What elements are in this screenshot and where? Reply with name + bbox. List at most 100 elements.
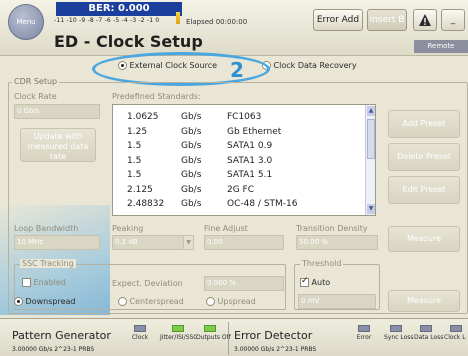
elapsed-time: Elapsed 00:00:00	[186, 18, 248, 26]
standards-cell-rate: 1.0625	[127, 112, 159, 122]
threshold-auto-checkbox[interactable]	[300, 276, 309, 287]
pg-jitter-led	[172, 325, 184, 332]
warning-triangle-icon	[419, 14, 431, 26]
warning-button[interactable]	[413, 9, 437, 31]
standards-cell-name: 2G FC	[227, 184, 255, 195]
clock-rate-label: Clock Rate	[14, 92, 57, 101]
peaking-label: Peaking	[112, 224, 144, 233]
update-measured-rate-button[interactable]: Update with measured data rate	[20, 128, 96, 162]
standards-scrollbar[interactable]: ▲ ▼	[365, 105, 375, 215]
add-preset-button[interactable]: Add Preset	[388, 110, 460, 138]
centerspread-option[interactable]: Centerspread	[118, 297, 184, 306]
status-divider	[228, 322, 229, 355]
scroll-thumb[interactable]	[367, 119, 375, 159]
standards-cell-unit: Gb/s	[181, 170, 202, 180]
standards-cell-unit: Gb/s	[181, 155, 202, 166]
standards-row[interactable]: 1.5 Gb/s SATA1 3.0	[113, 155, 363, 169]
standards-cell-name: SATA1 5.1	[227, 170, 273, 180]
ed-clock-loss-label: Clock Loss	[444, 334, 466, 341]
upspread-label: Upspread	[217, 297, 256, 306]
error-add-button[interactable]: Error Add	[313, 9, 363, 31]
pattern-generator-rate: 3.00000 Gb/s 2^23-1 PRBS	[12, 346, 95, 353]
standards-cell-rate: 1.5	[127, 155, 142, 166]
ed-sync-loss-label: Sync Loss	[384, 334, 414, 341]
threshold-title: Threshold	[300, 259, 344, 268]
menu-label: Menu	[16, 18, 36, 26]
ssc-enabled-checkbox[interactable]	[22, 278, 31, 287]
predefined-standards-label: Predefined Standards:	[112, 92, 201, 101]
ssc-enabled-label: Enabled	[33, 278, 66, 287]
scroll-up-icon[interactable]: ▲	[367, 106, 375, 116]
ber-scale-marker	[176, 12, 180, 24]
threshold-auto-option[interactable]: Auto	[300, 276, 331, 287]
threshold-auto-label: Auto	[311, 278, 331, 287]
standards-cell-rate: 1.5	[127, 170, 142, 180]
fine-adjust-label: Fine Adjust	[204, 224, 248, 233]
remote-indicator: Remote	[414, 40, 468, 53]
ssc-tracking-title: SSC Tracking	[20, 259, 76, 268]
threshold-value-field[interactable]: 0 mV	[298, 294, 376, 309]
upspread-radio[interactable]	[206, 297, 215, 306]
measure-transition-button[interactable]: Measure	[388, 226, 460, 252]
expect-deviation-label: Expect. Deviation	[112, 279, 183, 288]
standards-cell-name: FC1063	[227, 112, 262, 122]
measure-threshold-button[interactable]: Measure	[388, 290, 460, 312]
ssc-enabled-option[interactable]: Enabled	[22, 278, 66, 287]
standards-cell-rate: 1.25	[127, 126, 148, 137]
peaking-dropdown[interactable]: 0.1 dB	[112, 235, 194, 250]
pg-clock-label: Clock	[131, 334, 149, 341]
loop-bandwidth-label: Loop Bandwidth	[14, 224, 79, 233]
standards-row[interactable]: 1.5 Gb/s SATA1 0.9	[113, 140, 363, 154]
standards-row[interactable]: 2.48832 Gb/s OC-48 / STM-16	[113, 198, 363, 212]
pg-outputs-led	[204, 325, 216, 332]
insert-button[interactable]: Insert B	[367, 9, 407, 31]
standards-cell-rate: 2.48832	[127, 199, 165, 209]
standards-cell-unit: Gb/s	[181, 141, 202, 151]
minimize-button[interactable]: _	[441, 9, 465, 31]
standards-row[interactable]: 1.5 Gb/s SATA1 5.1	[113, 169, 363, 183]
standards-cell-rate: 1.5	[127, 141, 142, 151]
centerspread-radio[interactable]	[118, 297, 127, 306]
standards-cell-unit: Gb/s	[181, 126, 202, 137]
edit-preset-button[interactable]: Edit Preset	[388, 176, 460, 204]
page-title: ED - Clock Setup	[54, 32, 203, 51]
clock-rate-field[interactable]: 0 Gb/s	[14, 104, 100, 119]
ed-error-label: Error	[356, 334, 372, 341]
standards-row[interactable]: 1.0625 Gb/s FC1063	[113, 111, 363, 125]
upspread-option[interactable]: Upspread	[206, 297, 256, 306]
peaking-value: 0.1 dB	[115, 238, 138, 246]
ed-data-loss-led	[420, 325, 432, 332]
clock-recovery-option[interactable]: Clock Data Recovery	[262, 61, 357, 70]
downspread-radio[interactable]	[14, 297, 23, 306]
ed-sync-loss-led	[390, 325, 402, 332]
chevron-down-icon[interactable]: ▼	[183, 236, 193, 249]
error-detector-rate: 3.00000 Gb/s 2^23-1 PRBS	[234, 346, 317, 353]
ber-scale: -11 -10 -9 -8 -7 -6 -5 -4 -3 -2 -1 0	[54, 17, 160, 24]
transition-density-field[interactable]: 50.00 %	[296, 235, 378, 250]
standards-cell-name: Gb Ethernet	[227, 126, 282, 137]
cdr-setup-title: CDR Setup	[12, 77, 60, 86]
clock-recovery-label: Clock Data Recovery	[273, 61, 357, 70]
loop-bandwidth-field[interactable]: 10 MHz	[14, 235, 100, 250]
ed-data-loss-label: Data Loss	[414, 334, 444, 341]
expect-deviation-field[interactable]: 0.000 %	[204, 276, 284, 291]
delete-preset-button[interactable]: Delete Preset	[388, 143, 460, 171]
standards-list[interactable]: 1.0625 Gb/s FC1063 1.25 Gb/s Gb Ethernet 1.5 Gb…	[112, 104, 376, 216]
standards-row[interactable]: 1.25 Gb/s Gb Ethernet	[113, 126, 363, 140]
pg-clock-led	[134, 325, 146, 332]
standards-row[interactable]: 2.125 Gb/s 2G FC	[113, 184, 363, 198]
clock-setup-window: Menu BER: 0.000 -11 -10 -9 -8 -7 -6 -5 -…	[0, 0, 468, 356]
standards-cell-name: SATA1 3.0	[227, 155, 273, 166]
callout-number: 2	[230, 58, 244, 82]
downspread-option[interactable]: Downspread	[14, 297, 75, 306]
menu-button[interactable]: Menu	[8, 4, 44, 40]
ber-readout: BER: 0.000	[56, 2, 182, 16]
downspread-label: Downspread	[25, 297, 76, 306]
scroll-down-icon[interactable]: ▼	[367, 204, 375, 214]
fine-adjust-field[interactable]: 0.00	[204, 235, 284, 250]
standards-cell-rate: 2.125	[127, 184, 153, 195]
ed-error-led	[358, 325, 370, 332]
error-detector-title: Error Detector	[234, 329, 313, 342]
ed-clock-loss-led	[450, 325, 462, 332]
standards-cell-unit: Gb/s	[181, 184, 202, 195]
